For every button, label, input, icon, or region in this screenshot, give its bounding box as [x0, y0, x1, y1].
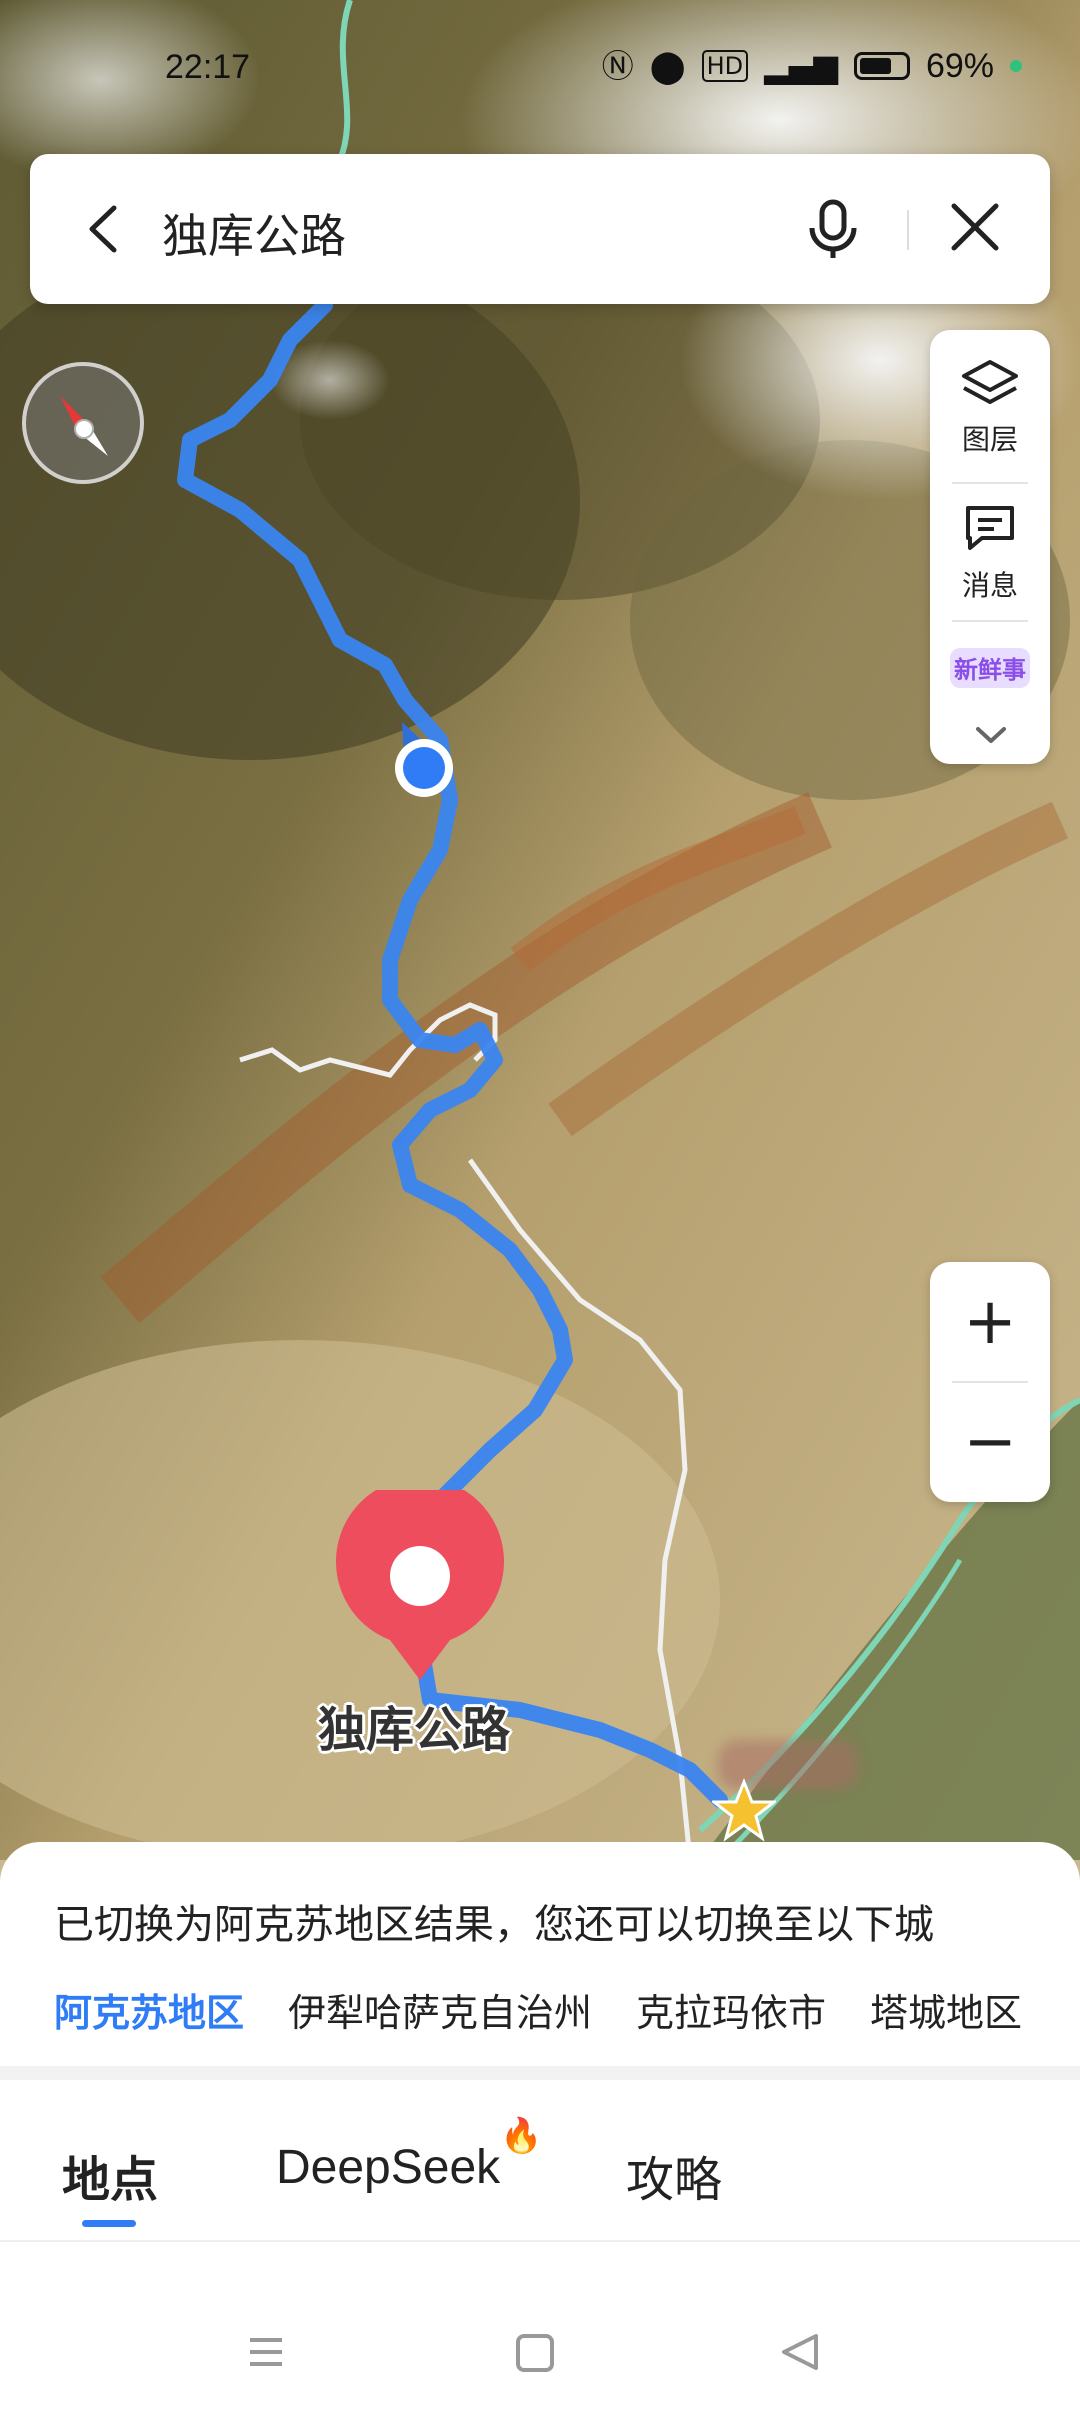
city-switch-list: 阿克苏地区 伊犁哈萨克自治州 克拉玛依市 塔城地区 — [54, 1982, 1022, 2037]
zoom-out-button[interactable]: − — [930, 1382, 1050, 1502]
result-tabs: 地点 DeepSeek 🔥 攻略 — [0, 2080, 1080, 2240]
zoom-in-button[interactable]: + — [930, 1262, 1050, 1382]
expand-panel-button[interactable] — [974, 720, 1008, 755]
current-location-dot — [395, 739, 453, 797]
chevron-down-icon — [976, 727, 1006, 743]
active-tab-indicator — [82, 2220, 136, 2227]
location-icon: ⬤ — [649, 47, 686, 85]
tab-guides[interactable]: 攻略 — [626, 2140, 722, 2210]
region-switch-notice: 已切换为阿克苏地区结果，您还可以切换至以下城 — [54, 1902, 934, 1948]
system-navigation-bar — [0, 2300, 1080, 2412]
microphone-icon — [809, 199, 857, 258]
clear-search-button[interactable] — [940, 192, 1010, 262]
home-button[interactable] — [504, 2322, 564, 2382]
tabs-divider — [0, 2240, 1080, 2242]
search-bar[interactable]: 独库公路 — [30, 154, 1050, 304]
5g-signal-icon: ▂▄▆ — [764, 47, 838, 85]
battery-icon — [853, 52, 910, 80]
city-option-ili[interactable]: 伊犁哈萨克自治州 — [288, 1982, 592, 2037]
flame-icon: 🔥 — [500, 2116, 543, 2156]
menu-icon — [250, 2338, 282, 2366]
back-nav-button[interactable] — [770, 2322, 830, 2382]
destination-pin-icon[interactable] — [330, 1490, 510, 1690]
search-divider — [907, 210, 909, 250]
city-option-karamay[interactable]: 克拉玛依市 — [636, 1982, 826, 2037]
tab-deepseek[interactable]: DeepSeek — [276, 2140, 500, 2195]
panel-divider — [952, 482, 1028, 484]
star-poi-icon[interactable] — [712, 1778, 776, 1842]
news-badge-icon: 新鲜事 — [950, 648, 1030, 688]
section-gap — [0, 2066, 1080, 2080]
map-tools-panel: 图层 消息 新鲜事 — [930, 330, 1050, 764]
news-badge-button[interactable]: 新鲜事 — [948, 642, 1032, 694]
voice-search-button[interactable] — [800, 196, 866, 262]
triangle-back-icon — [782, 2334, 818, 2370]
zoom-controls: + − — [930, 1262, 1050, 1502]
city-option-tacheng[interactable]: 塔城地区 — [870, 1982, 1022, 2037]
privacy-indicator-dot — [1010, 60, 1022, 72]
status-time: 22:17 — [165, 48, 251, 86]
battery-percent: 69% — [925, 46, 994, 85]
hd-icon: HD — [701, 50, 749, 82]
panel-divider — [952, 620, 1028, 622]
layers-icon — [962, 360, 1018, 404]
messages-label: 消息 — [961, 569, 1018, 602]
compass-needle-icon — [60, 396, 108, 456]
layers-button[interactable]: 图层 — [930, 356, 1050, 458]
back-button[interactable] — [70, 194, 140, 264]
close-icon — [951, 203, 999, 251]
message-icon — [966, 506, 1014, 550]
news-badge-text: 新鲜事 — [954, 656, 1026, 684]
recent-apps-button[interactable] — [236, 2322, 296, 2382]
status-bar: 22:17 Ⓝ ⬤ HD ▂▄▆ 69% — [0, 40, 1080, 100]
nfc-icon: Ⓝ — [601, 47, 634, 85]
city-option-aksu[interactable]: 阿克苏地区 — [54, 1982, 244, 2037]
layers-label: 图层 — [961, 423, 1018, 456]
pin-label: 独库公路 — [318, 1702, 511, 1758]
chevron-left-icon — [89, 205, 117, 253]
square-icon — [516, 2334, 554, 2372]
tab-places[interactable]: 地点 — [62, 2140, 158, 2210]
search-query-text[interactable]: 独库公路 — [162, 200, 346, 266]
compass-button[interactable] — [22, 362, 144, 484]
messages-button[interactable]: 消息 — [930, 502, 1050, 604]
